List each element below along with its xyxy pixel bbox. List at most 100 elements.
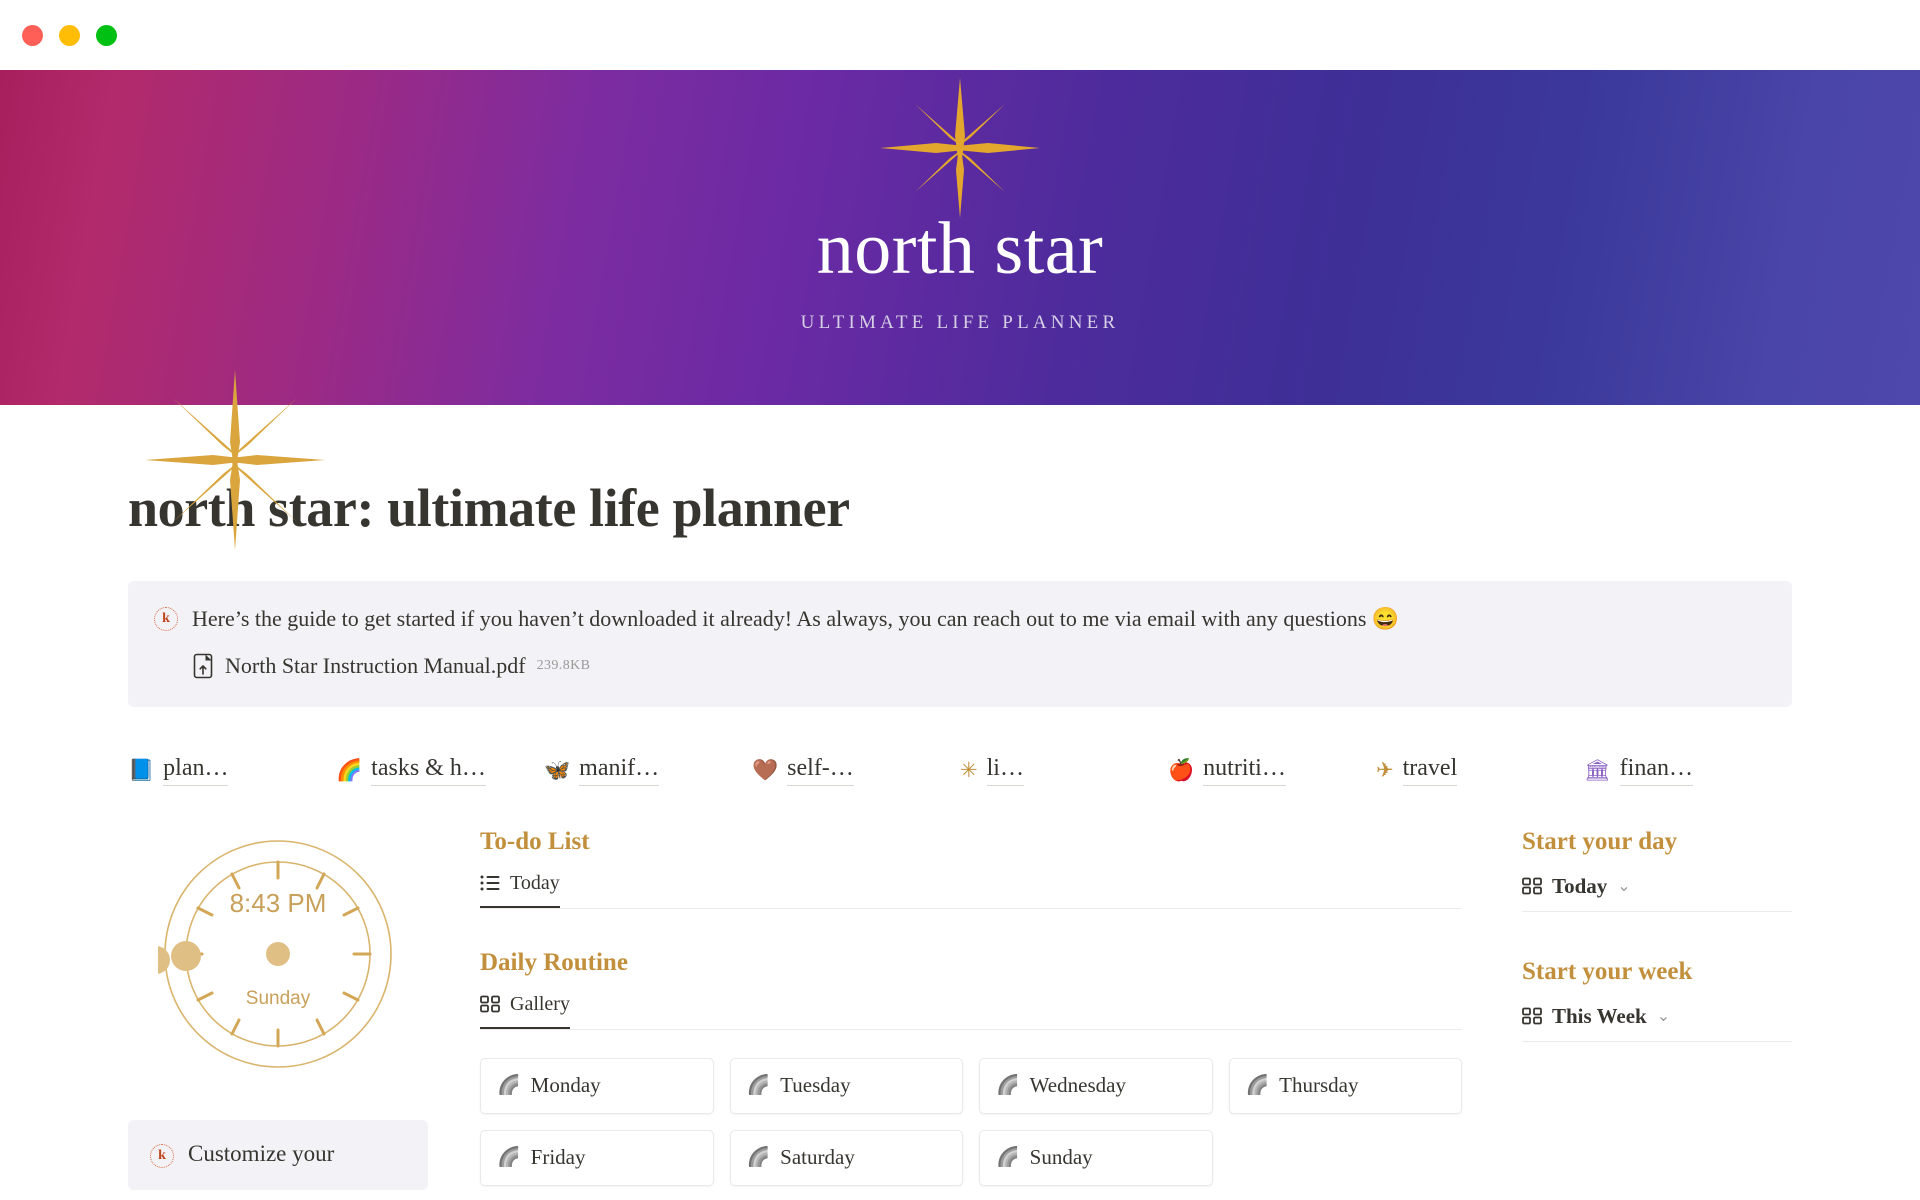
rainbow-icon: 🌈	[746, 1075, 771, 1097]
clock-widget: 8:43 PM Sunday	[128, 828, 428, 1074]
rainbow-icon: 🌈	[336, 757, 363, 782]
butterfly-icon: 🦋	[544, 757, 571, 782]
clock-day: Sunday	[246, 988, 311, 1009]
sidebar-item-manifest[interactable]: 🦋 manif…	[544, 755, 752, 786]
tab-label: li…	[986, 755, 1024, 786]
left-column: 8:43 PM Sunday k Customize your	[128, 828, 428, 1190]
tab-label: tasks & h…	[371, 755, 486, 786]
sidebar-item-finance[interactable]: 🏛 finan…	[1584, 755, 1792, 786]
page-content: north star: ultimate life planner k Here…	[0, 477, 1920, 1190]
day-card-label: Sunday	[1029, 1145, 1093, 1170]
rainbow-icon: 🌈	[746, 1147, 771, 1169]
day-card[interactable]: 🌈 Friday	[480, 1129, 714, 1186]
tab-label: plan…	[163, 755, 229, 786]
banner-gradient: north star ULTIMATE LIFE PLANNER	[0, 70, 1920, 405]
brand-lockup: north star ULTIMATE LIFE PLANNER	[0, 70, 1920, 334]
gallery-view-icon	[1522, 1007, 1542, 1025]
start-your-day-block: Start your day Today ⌄	[1522, 828, 1792, 912]
gallery-view-icon	[1522, 877, 1542, 895]
rainbow-icon: 🌈	[996, 1147, 1020, 1169]
page-cover-banner: north star ULTIMATE LIFE PLANNER	[0, 70, 1920, 550]
list-view-icon	[480, 875, 500, 891]
tab-label: self-…	[787, 755, 854, 786]
close-button[interactable]	[22, 24, 43, 46]
page-title: north star: ultimate life planner	[128, 478, 850, 538]
day-card[interactable]: 🌈 Saturday	[729, 1129, 963, 1186]
day-card[interactable]: 🌈 Tuesday	[729, 1057, 963, 1114]
day-card-grid: 🌈 Monday 🌈 Tuesday 🌈 Wednesday 🌈 Thursda…	[480, 1057, 1462, 1186]
minimize-button[interactable]	[59, 24, 80, 46]
day-card-label: Thursday	[1279, 1073, 1359, 1098]
day-card-label: Friday	[530, 1145, 586, 1170]
tab-label: Today	[510, 871, 560, 894]
section-tabs: 📘 plan… 🌈 tasks & h… 🦋 manif… 🤎 self-… ✳…	[128, 755, 1792, 786]
pdf-file-name: North Star Instruction Manual.pdf	[225, 652, 526, 678]
view-name: Today	[1552, 873, 1608, 898]
right-column: Start your day Today ⌄ Start your week T…	[1522, 828, 1792, 1190]
pdf-file-size: 239.8KB	[536, 657, 591, 673]
kofi-badge-icon: k	[154, 607, 178, 631]
rainbow-icon: 🌈	[1245, 1075, 1270, 1097]
day-card[interactable]: 🌈 Monday	[480, 1057, 714, 1114]
chevron-down-icon[interactable]: ⌄	[1617, 876, 1630, 896]
window-titlebar	[0, 0, 1920, 70]
zoom-button[interactable]	[96, 24, 117, 46]
brand-name: north star	[816, 208, 1104, 290]
todo-list-heading: To-do List	[480, 827, 590, 855]
start-your-week-block: Start your week This Week ⌄	[1522, 958, 1792, 1042]
start-your-day-view[interactable]: Today ⌄	[1522, 874, 1792, 912]
day-card-label: Saturday	[780, 1145, 855, 1170]
bank-icon: 🏛	[1584, 757, 1611, 782]
books-icon: 📘	[128, 757, 155, 782]
tab-label: travel	[1402, 755, 1458, 786]
customize-callout-text: Customize your	[188, 1140, 335, 1166]
sidebar-item-nutrition[interactable]: 🍎 nutriti…	[1168, 755, 1376, 786]
pdf-file-icon	[193, 653, 213, 679]
callout-row: k Here’s the guide to get started if you…	[154, 603, 1766, 635]
center-column: To-do List Today Daily Routine Gallery 🌈…	[428, 828, 1522, 1190]
routine-view-tabs: Gallery	[480, 993, 1462, 1030]
tab-label: nutriti…	[1203, 755, 1286, 786]
tab-today[interactable]: Today	[480, 872, 560, 908]
sidebar-item-life[interactable]: ✳ li…	[960, 755, 1168, 786]
sidebar-item-plan[interactable]: 📘 plan…	[128, 755, 336, 786]
sidebar-item-self-care[interactable]: 🤎 self-…	[752, 755, 960, 786]
rainbow-icon: 🌈	[497, 1147, 521, 1169]
day-card[interactable]: 🌈 Sunday	[979, 1129, 1213, 1186]
heart-icon: 🤎	[752, 757, 779, 782]
tab-label: finan…	[1619, 755, 1693, 786]
rainbow-icon: 🌈	[497, 1075, 521, 1097]
start-your-week-heading: Start your week	[1522, 957, 1693, 985]
sidebar-item-tasks-habits[interactable]: 🌈 tasks & h…	[336, 755, 544, 786]
window-controls	[22, 24, 117, 46]
sidebar-item-travel[interactable]: ✈ travel	[1376, 755, 1584, 786]
customize-callout: k Customize your	[128, 1119, 428, 1190]
day-card-label: Monday	[530, 1073, 601, 1098]
clock-time: 8:43 PM	[230, 888, 327, 918]
kofi-badge-icon: k	[150, 1143, 174, 1168]
todo-view-tabs: Today	[480, 872, 1462, 909]
rainbow-icon: 🌈	[996, 1075, 1020, 1097]
chevron-down-icon[interactable]: ⌄	[1657, 1006, 1670, 1026]
guide-callout: k Here’s the guide to get started if you…	[128, 581, 1792, 707]
apple-icon: 🍎	[1168, 757, 1195, 782]
sparkle-icon: ✳	[960, 757, 978, 782]
day-card[interactable]: 🌈 Thursday	[1228, 1057, 1462, 1114]
day-card-label: Tuesday	[780, 1073, 851, 1098]
day-card[interactable]: 🌈 Wednesday	[979, 1057, 1213, 1114]
tab-label: Gallery	[510, 992, 570, 1015]
four-point-star-icon	[880, 78, 1040, 218]
daily-routine-heading: Daily Routine	[480, 948, 628, 976]
brand-subtitle: ULTIMATE LIFE PLANNER	[800, 312, 1120, 333]
airplane-icon: ✈	[1376, 757, 1394, 782]
pdf-attachment[interactable]: North Star Instruction Manual.pdf 239.8K…	[192, 653, 1766, 679]
start-your-week-view[interactable]: This Week ⌄	[1522, 1004, 1792, 1042]
analog-clock-icon: 8:43 PM Sunday	[158, 840, 392, 1068]
day-card-label: Wednesday	[1029, 1073, 1126, 1098]
view-name: This Week	[1552, 1003, 1647, 1028]
main-columns: 8:43 PM Sunday k Customize your To-do Li…	[128, 828, 1792, 1190]
gallery-view-icon	[480, 995, 500, 1013]
callout-text: Here’s the guide to get started if you h…	[192, 606, 1400, 631]
tab-gallery[interactable]: Gallery	[480, 993, 570, 1029]
start-your-day-heading: Start your day	[1522, 827, 1678, 855]
